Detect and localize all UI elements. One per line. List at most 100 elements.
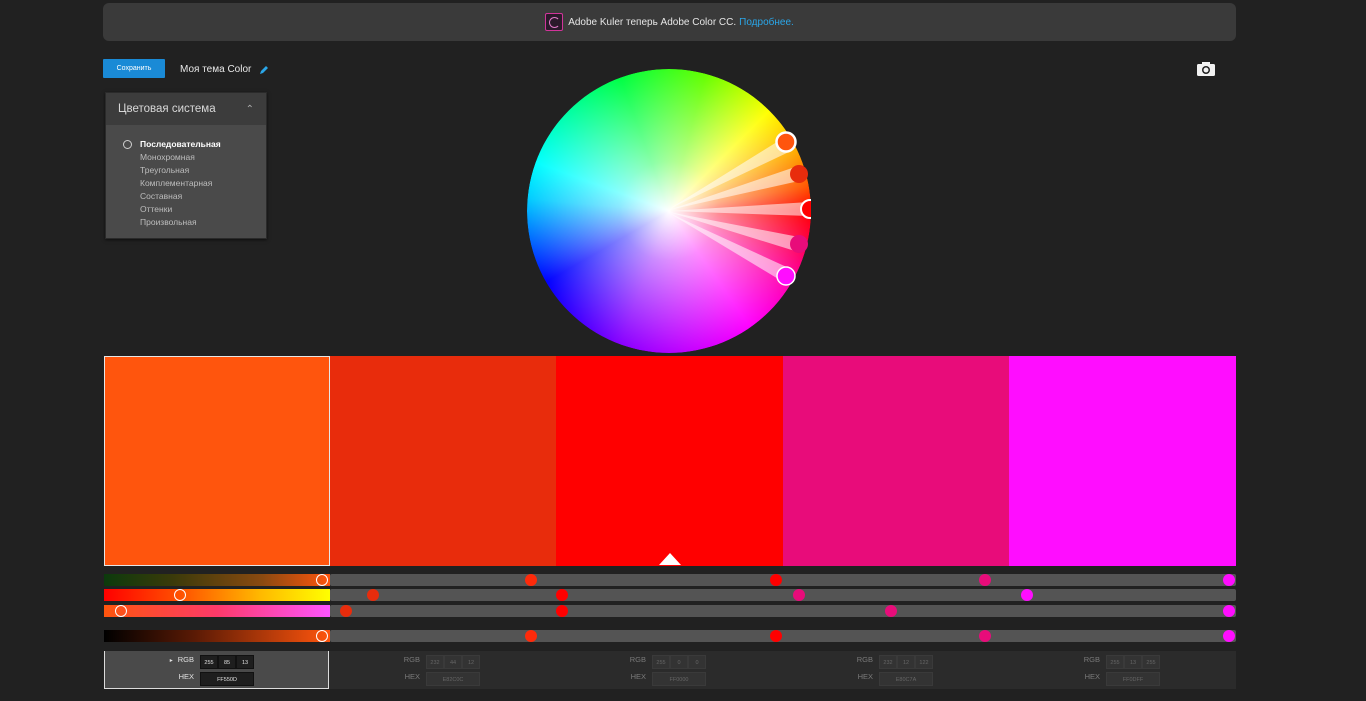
slider-handle[interactable] <box>316 574 328 586</box>
rule-item-triad[interactable]: Треугольная <box>106 164 266 177</box>
adobe-color-logo-icon <box>545 13 564 31</box>
hex-label: HEX <box>857 672 873 681</box>
triangle-right-icon[interactable]: ▸ <box>170 658 173 664</box>
pencil-icon[interactable] <box>259 65 269 75</box>
g-input[interactable]: 0 <box>670 655 688 669</box>
hex-value-4: HEX E80C7A <box>858 672 933 686</box>
slider-dot[interactable] <box>793 589 805 601</box>
wheel-handle[interactable] <box>800 199 811 219</box>
rgb-label: ▸ RGB <box>170 655 194 664</box>
slider-dot[interactable] <box>556 605 568 617</box>
theme-title: Моя тема Color <box>180 64 269 75</box>
slider-gradient[interactable] <box>104 574 330 586</box>
b-input[interactable]: 12 <box>462 655 480 669</box>
slider-dot[interactable] <box>556 589 568 601</box>
slider-dot[interactable] <box>1021 589 1033 601</box>
rule-item-analogous[interactable]: Последовательная <box>106 138 266 151</box>
slider-handle[interactable] <box>316 630 328 642</box>
wheel-handle[interactable] <box>790 165 808 183</box>
slider-dot[interactable] <box>525 574 537 586</box>
color-swatch-1[interactable] <box>104 356 330 566</box>
hex-value-1: HEX FF550D <box>179 672 254 686</box>
color-swatch-2[interactable] <box>330 356 556 566</box>
rgb-label-text: RGB <box>177 655 194 664</box>
slider-dot[interactable] <box>525 630 537 642</box>
r-input[interactable]: 232 <box>879 655 897 669</box>
rule-item-custom[interactable]: Произвольная <box>106 216 266 229</box>
g-input[interactable]: 13 <box>1124 655 1142 669</box>
rule-item-monochromatic[interactable]: Монохромная <box>106 151 266 164</box>
r-input[interactable]: 255 <box>1106 655 1124 669</box>
save-button[interactable]: Сохранить <box>103 59 165 78</box>
slider-dot[interactable] <box>367 589 379 601</box>
color-swatch-5[interactable] <box>1009 356 1236 566</box>
slider-dot[interactable] <box>1223 574 1235 586</box>
color-swatch-3[interactable] <box>556 356 783 566</box>
b-input[interactable]: 0 <box>688 655 706 669</box>
wheel-handle[interactable] <box>790 235 808 253</box>
color-rule-title: Цветовая система <box>118 103 216 115</box>
rgb-label: RGB <box>629 655 646 664</box>
slider-dot[interactable] <box>885 605 897 617</box>
hex-label: HEX <box>1084 672 1100 681</box>
slider-gradient[interactable] <box>104 605 330 617</box>
slider-handle[interactable] <box>115 605 127 617</box>
notice-banner: Adobe Kuler теперь Adobe Color CC. Подро… <box>103 3 1236 41</box>
rule-item-label: Треугольная <box>140 165 190 175</box>
chevron-up-icon[interactable]: ⌃ <box>246 104 254 115</box>
banner-text: Adobe Kuler теперь Adobe Color CC. <box>568 16 737 28</box>
color-rule-header[interactable]: Цветовая система ⌃ <box>106 93 266 125</box>
rgb-values-5: RGB 255 13 255 <box>1084 655 1160 669</box>
radio-icon <box>123 140 132 149</box>
hex-input[interactable]: FF0DFF <box>1106 672 1160 686</box>
rule-item-label: Оттенки <box>140 204 173 214</box>
slider-dot[interactable] <box>979 574 991 586</box>
r-input[interactable]: 232 <box>426 655 444 669</box>
hex-value-3: HEX FF0000 <box>631 672 706 686</box>
g-input[interactable]: 12 <box>897 655 915 669</box>
slider-dot[interactable] <box>770 630 782 642</box>
banner-more-link[interactable]: Подробнее. <box>739 17 794 28</box>
slider-dot[interactable] <box>1223 605 1235 617</box>
hex-input[interactable]: E82C0C <box>426 672 480 686</box>
slider-gradient[interactable] <box>104 589 330 601</box>
slider-handle[interactable] <box>174 589 186 601</box>
slider-dot[interactable] <box>340 605 352 617</box>
slider-dot[interactable] <box>979 630 991 642</box>
slider-dot[interactable] <box>770 574 782 586</box>
r-input[interactable]: 255 <box>652 655 670 669</box>
hex-input[interactable]: FF0000 <box>652 672 706 686</box>
r-input[interactable]: 255 <box>200 655 218 669</box>
rgb-label: RGB <box>403 655 420 664</box>
wheel-handle[interactable] <box>776 266 796 286</box>
rule-item-complementary[interactable]: Комплементарная <box>106 177 266 190</box>
rgb-values-2: RGB 232 44 12 <box>404 655 480 669</box>
slider-dot[interactable] <box>1223 630 1235 642</box>
b-input[interactable]: 122 <box>915 655 933 669</box>
b-input[interactable]: 255 <box>1142 655 1160 669</box>
hex-label: HEX <box>630 672 646 681</box>
hex-input[interactable]: FF550D <box>200 672 254 686</box>
color-rule-panel: Цветовая система ⌃ Последовательная Моно… <box>105 92 267 239</box>
camera-icon[interactable] <box>1197 62 1215 76</box>
color-wheel[interactable] <box>527 69 811 353</box>
hex-value-5: HEX FF0DFF <box>1085 672 1160 686</box>
slider-track[interactable] <box>330 589 1236 601</box>
rule-item-compound[interactable]: Составная <box>106 190 266 203</box>
b-input[interactable]: 13 <box>236 655 254 669</box>
hex-label: HEX <box>404 672 420 681</box>
slider-track[interactable] <box>330 605 1236 617</box>
rgb-label: RGB <box>1083 655 1100 664</box>
color-swatch-4[interactable] <box>783 356 1009 566</box>
slider-gradient[interactable] <box>104 630 330 642</box>
slider-track[interactable] <box>330 630 1236 642</box>
rgb-values-3: RGB 255 0 0 <box>630 655 706 669</box>
g-input[interactable]: 85 <box>218 655 236 669</box>
rule-item-label: Произвольная <box>140 217 197 227</box>
wheel-handle[interactable] <box>775 131 797 153</box>
hex-input[interactable]: E80C7A <box>879 672 933 686</box>
rule-item-shades[interactable]: Оттенки <box>106 203 266 216</box>
g-input[interactable]: 44 <box>444 655 462 669</box>
slider-track[interactable] <box>330 574 1236 586</box>
rgb-values-4: RGB 232 12 122 <box>857 655 933 669</box>
